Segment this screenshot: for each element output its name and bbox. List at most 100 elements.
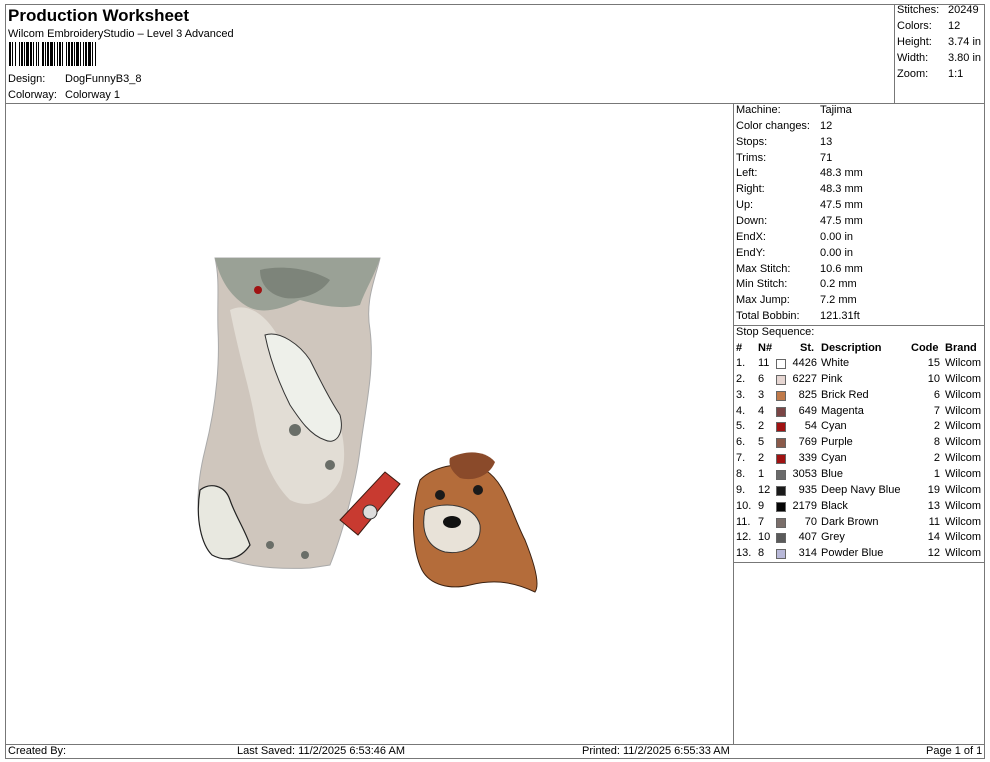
- row-number: 9.: [736, 483, 746, 496]
- needle-number: 11: [758, 357, 770, 369]
- col-brand: Brand: [945, 342, 977, 354]
- color-code: 2: [933, 420, 940, 433]
- color-code: 1: [933, 467, 940, 480]
- color-code: 8: [933, 436, 940, 449]
- color-swatch: [776, 533, 786, 544]
- color-description: Cyan: [821, 420, 847, 433]
- thread-brand: Wilcom: [945, 531, 982, 544]
- stop-sequence-row: 9. 12 935 Deep Navy Blue 19 Wilcom: [736, 484, 986, 499]
- color-description: Purple: [821, 436, 853, 449]
- colorway-label: Colorway:: [8, 89, 57, 101]
- thread-brand: Wilcom: [945, 388, 982, 401]
- stop-sequence-row: 1. 11 4426 White 15 Wilcom: [736, 357, 986, 372]
- stitch-count: 935: [798, 483, 817, 496]
- software-subtitle: Wilcom EmbroideryStudio – Level 3 Advanc…: [8, 28, 234, 40]
- color-swatch: [776, 406, 786, 417]
- machine-info-value: 13: [820, 135, 833, 148]
- needle-number: 3: [758, 388, 765, 401]
- footer-divider: [5, 744, 985, 745]
- color-code: 7: [933, 404, 940, 417]
- machine-info-value: 7.2 mm: [820, 294, 857, 307]
- stitch-count: 3053: [792, 467, 817, 480]
- stop-sequence-title: Stop Sequence:: [736, 326, 815, 338]
- color-code: 12: [927, 547, 940, 560]
- machine-info-label: Total Bobbin:: [736, 310, 800, 323]
- needle-number: 6: [758, 372, 765, 385]
- color-code: 6: [933, 388, 940, 401]
- design-value: DogFunnyB3_8: [65, 73, 142, 85]
- thread-brand: Wilcom: [945, 372, 982, 385]
- col-desc: Description: [821, 342, 882, 354]
- stop-sequence-row: 7. 2 339 Cyan 2 Wilcom: [736, 452, 986, 467]
- created-by: Created By:: [8, 745, 67, 757]
- stop-sequence-row: 8. 1 3053 Blue 1 Wilcom: [736, 468, 986, 483]
- stop-sequence-row: 4. 4 649 Magenta 7 Wilcom: [736, 405, 986, 420]
- collar-tag: [362, 504, 378, 520]
- col-num: #: [736, 342, 743, 354]
- top-stats-divider: [894, 4, 895, 104]
- thread-brand: Wilcom: [945, 357, 982, 369]
- stat-label: Width:: [897, 52, 929, 64]
- machine-info-label: Machine:: [736, 104, 781, 116]
- col-code: Code: [911, 342, 939, 354]
- stitch-count: 825: [798, 388, 817, 401]
- stitch-count: 6227: [792, 372, 817, 385]
- stop-sequence-row: 11. 7 70 Dark Brown 11 Wilcom: [736, 516, 986, 531]
- machine-info-value: 121.31ft: [820, 310, 860, 323]
- design-preview: [197, 257, 538, 593]
- thread-brand: Wilcom: [945, 467, 982, 480]
- row-number: 5.: [736, 420, 746, 433]
- stop-sequence-header: # N# St. Description Code Brand: [736, 342, 986, 356]
- machine-info-label: Up:: [736, 199, 754, 212]
- row-number: 4.: [736, 404, 746, 417]
- color-swatch: [776, 501, 786, 512]
- color-swatch: [776, 374, 786, 385]
- machine-info-value: 0.00 in: [820, 246, 854, 259]
- color-code: 2: [933, 452, 940, 465]
- row-number: 8.: [736, 467, 746, 480]
- color-code: 14: [927, 531, 940, 544]
- stitch-count: 314: [798, 547, 817, 560]
- thread-brand: Wilcom: [945, 547, 982, 560]
- machine-info-value: 48.3 mm: [820, 183, 863, 196]
- color-swatch: [776, 422, 786, 433]
- last-saved: Last Saved: 11/2/2025 6:53:46 AM: [237, 745, 405, 757]
- col-n: N#: [758, 342, 773, 354]
- machine-info-value: 47.5 mm: [820, 214, 863, 227]
- stop-sequence-row: 3. 3 825 Brick Red 6 Wilcom: [736, 389, 986, 404]
- machine-info-label: Color changes:: [736, 119, 810, 132]
- machine-info-label: Trims:: [736, 151, 767, 164]
- needle-number: 9: [758, 499, 765, 512]
- design-label: Design:: [8, 73, 46, 85]
- stat-label: Colors:: [897, 20, 932, 32]
- row-number: 1.: [736, 357, 746, 369]
- machine-info-value: 12: [820, 119, 833, 132]
- spot: [325, 460, 335, 470]
- machine-info-label: Left:: [736, 167, 758, 180]
- color-description: Pink: [821, 372, 843, 385]
- color-description: Powder Blue: [821, 547, 884, 560]
- needle-number: 8: [758, 547, 765, 560]
- row-number: 3.: [736, 388, 746, 401]
- needle-number: 1: [758, 467, 765, 480]
- stat-label: Stitches:: [897, 4, 940, 16]
- color-code: 10: [927, 372, 940, 385]
- color-swatch: [776, 549, 786, 560]
- stop-sequence-row: 10. 9 2179 Black 13 Wilcom: [736, 500, 986, 515]
- machine-info-label: EndX:: [736, 230, 766, 243]
- stop-sequence-row: 13. 8 314 Powder Blue 12 Wilcom: [736, 547, 986, 562]
- row-number: 12.: [736, 531, 752, 544]
- color-swatch: [776, 469, 786, 480]
- color-description: Black: [821, 499, 848, 512]
- machine-info-value: 48.3 mm: [820, 167, 863, 180]
- machine-info-value: 71: [820, 151, 833, 164]
- machine-info-label: Down:: [736, 214, 768, 227]
- row-number: 6.: [736, 436, 746, 449]
- color-swatch: [776, 517, 786, 528]
- machine-info-value: 10.6 mm: [820, 262, 863, 275]
- color-description: Brick Red: [821, 388, 869, 401]
- color-code: 15: [927, 357, 940, 369]
- machine-info-label: EndY:: [736, 246, 766, 259]
- machine-info-value: 0.2 mm: [820, 278, 857, 291]
- color-description: Grey: [821, 531, 845, 544]
